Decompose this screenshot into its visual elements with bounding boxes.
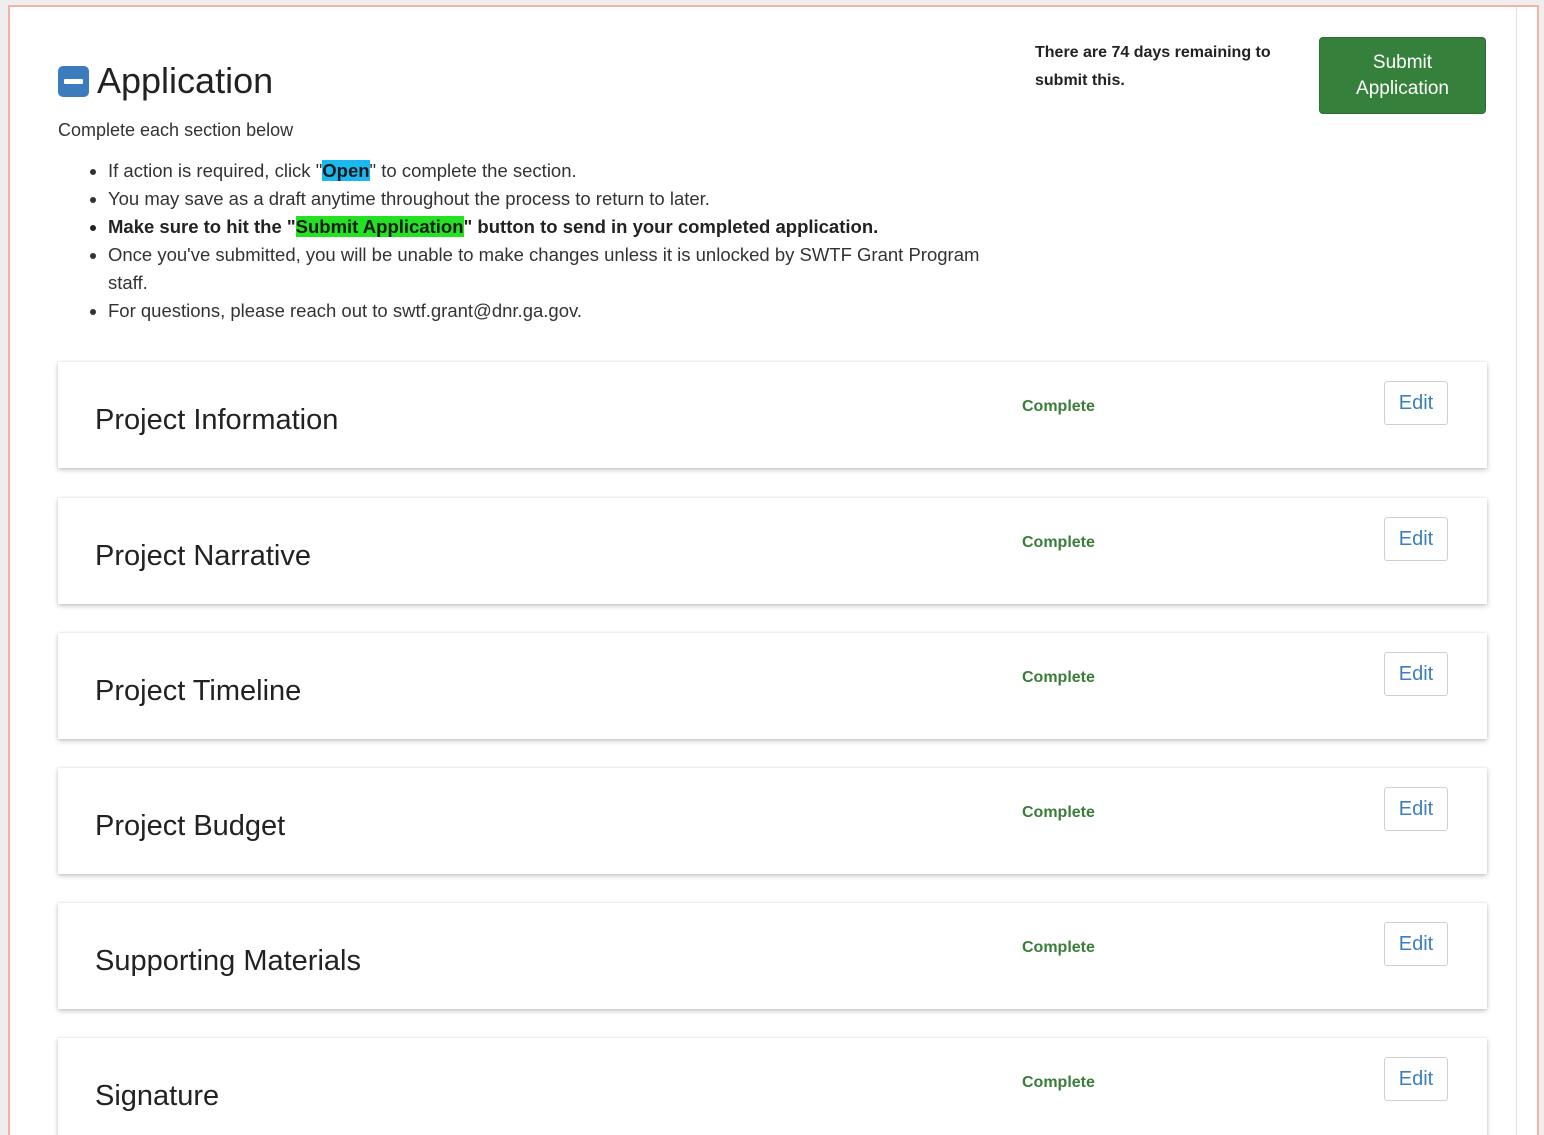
status-badge: Complete <box>1022 534 1095 551</box>
edit-button[interactable]: Edit <box>1384 922 1448 966</box>
status-badge: Complete <box>1022 939 1095 956</box>
section-title: Project Timeline <box>95 675 302 707</box>
section-card-project-budget: Project Budget Complete Edit <box>58 768 1487 874</box>
instruction-text: If action is required, click " <box>108 160 323 181</box>
minus-square-icon[interactable] <box>58 65 89 97</box>
days-remaining-notice: There are 74 days remaining to submit th… <box>1035 44 1271 89</box>
submit-application-button[interactable]: Submit Application <box>1319 37 1486 114</box>
section-card-project-information: Project Information Complete Edit <box>58 362 1487 468</box>
status-badge: Complete <box>1022 398 1095 415</box>
highlight-submit: Submit Application <box>295 216 464 237</box>
instruction-text: Make sure to hit the " <box>108 216 296 237</box>
status-badge: Complete <box>1022 804 1095 821</box>
instruction-text: " button to send in your completed appli… <box>463 216 879 237</box>
section-title: Signature <box>95 1080 220 1112</box>
edit-button[interactable]: Edit <box>1384 787 1448 831</box>
section-card-project-timeline: Project Timeline Complete Edit <box>58 633 1487 739</box>
instruction-item: Make sure to hit the "Submit Application… <box>108 213 988 241</box>
section-card-supporting-materials: Supporting Materials Complete Edit <box>58 903 1487 1009</box>
highlight-open: Open <box>322 160 370 181</box>
minus-bar <box>64 78 83 84</box>
section-card-project-narrative: Project Narrative Complete Edit <box>58 498 1487 604</box>
application-panel: Application Complete each section below … <box>8 5 1539 1135</box>
edit-button[interactable]: Edit <box>1384 652 1448 696</box>
instruction-item: For questions, please reach out to swtf.… <box>108 297 988 325</box>
edit-button[interactable]: Edit <box>1384 517 1448 561</box>
edit-button[interactable]: Edit <box>1384 1057 1448 1101</box>
status-badge: Complete <box>1022 1074 1095 1091</box>
instruction-item: Once you've submitted, you will be unabl… <box>108 241 988 297</box>
instruction-text: " to complete the section. <box>369 160 577 181</box>
section-title: Project Information <box>95 404 339 436</box>
edit-button[interactable]: Edit <box>1384 381 1448 425</box>
section-card-signature: Signature Complete Edit <box>58 1038 1487 1135</box>
page-subtitle: Complete each section below <box>58 120 294 140</box>
section-title: Project Budget <box>95 810 286 842</box>
section-title: Project Narrative <box>95 540 311 572</box>
instruction-item: You may save as a draft anytime througho… <box>108 185 988 213</box>
panel-divider <box>1516 7 1517 1135</box>
page-title: Application <box>97 60 274 101</box>
application-header: Application <box>58 61 273 101</box>
section-title: Supporting Materials <box>95 945 361 977</box>
instructions-list: If action is required, click "Open" to c… <box>88 157 988 325</box>
status-badge: Complete <box>1022 669 1095 686</box>
instruction-item: If action is required, click "Open" to c… <box>108 157 988 185</box>
